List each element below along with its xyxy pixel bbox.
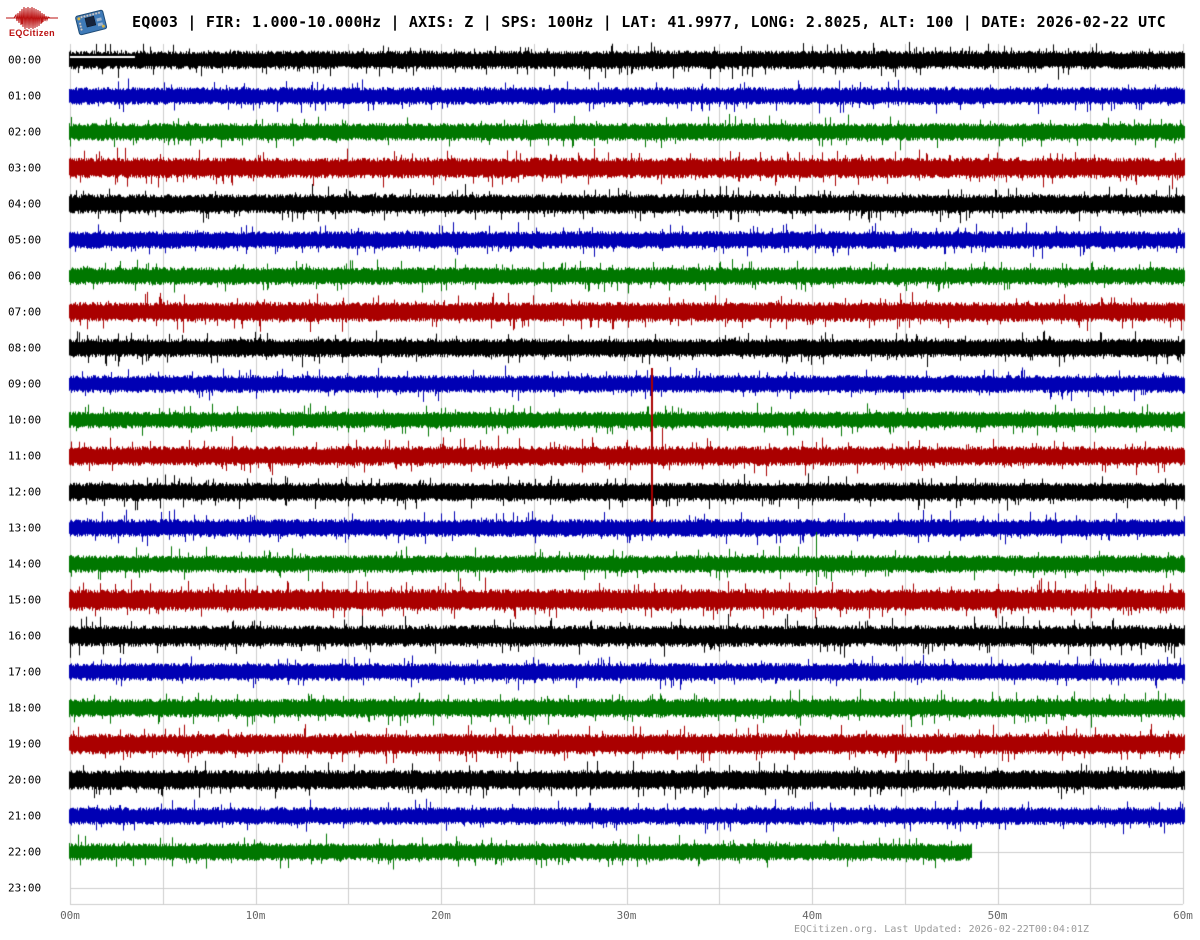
hour-label: 08:00	[8, 341, 42, 355]
x-tick-label: 10m	[245, 909, 266, 922]
hour-label: 01:00	[8, 89, 42, 103]
hour-label: 22:00	[8, 845, 42, 859]
hour-label: 03:00	[8, 161, 42, 175]
hour-label: 06:00	[8, 269, 42, 283]
hour-label: 20:00	[8, 773, 42, 787]
hour-label: 11:00	[8, 449, 42, 463]
footer-text: EQCitizen.org. Last Updated: 2026-02-22T…	[794, 924, 1090, 935]
helicorder-page: EQCitizen EQ003 | FIR: 1.000-10.000Hz |	[0, 0, 1200, 940]
x-tick-label: 30m	[616, 909, 637, 922]
hour-label: 19:00	[8, 737, 42, 751]
x-tick-label: 40m	[802, 909, 822, 922]
hour-label: 18:00	[8, 701, 42, 715]
hour-label: 13:00	[8, 521, 42, 535]
hour-label: 23:00	[8, 881, 42, 895]
hour-label: 09:00	[8, 377, 42, 391]
hour-label: 16:00	[8, 629, 42, 643]
x-tick-label: 20m	[431, 909, 451, 922]
hour-label: 07:00	[8, 305, 42, 319]
x-tick-label: 50m	[987, 909, 1008, 922]
hour-label: 17:00	[8, 665, 42, 679]
x-tick-label: 60m	[1173, 909, 1193, 922]
hour-label: 10:00	[8, 413, 42, 427]
hour-label: 14:00	[8, 557, 42, 571]
hour-label: 00:00	[8, 53, 42, 67]
hour-label: 05:00	[8, 233, 42, 247]
hour-label: 21:00	[8, 809, 42, 823]
x-tick-label: 00m	[60, 909, 80, 922]
hour-label: 15:00	[8, 593, 42, 607]
hour-label: 02:00	[8, 125, 42, 139]
hour-label: 12:00	[8, 485, 42, 499]
helicorder-canvas	[0, 0, 1200, 940]
hour-label: 04:00	[8, 197, 42, 211]
